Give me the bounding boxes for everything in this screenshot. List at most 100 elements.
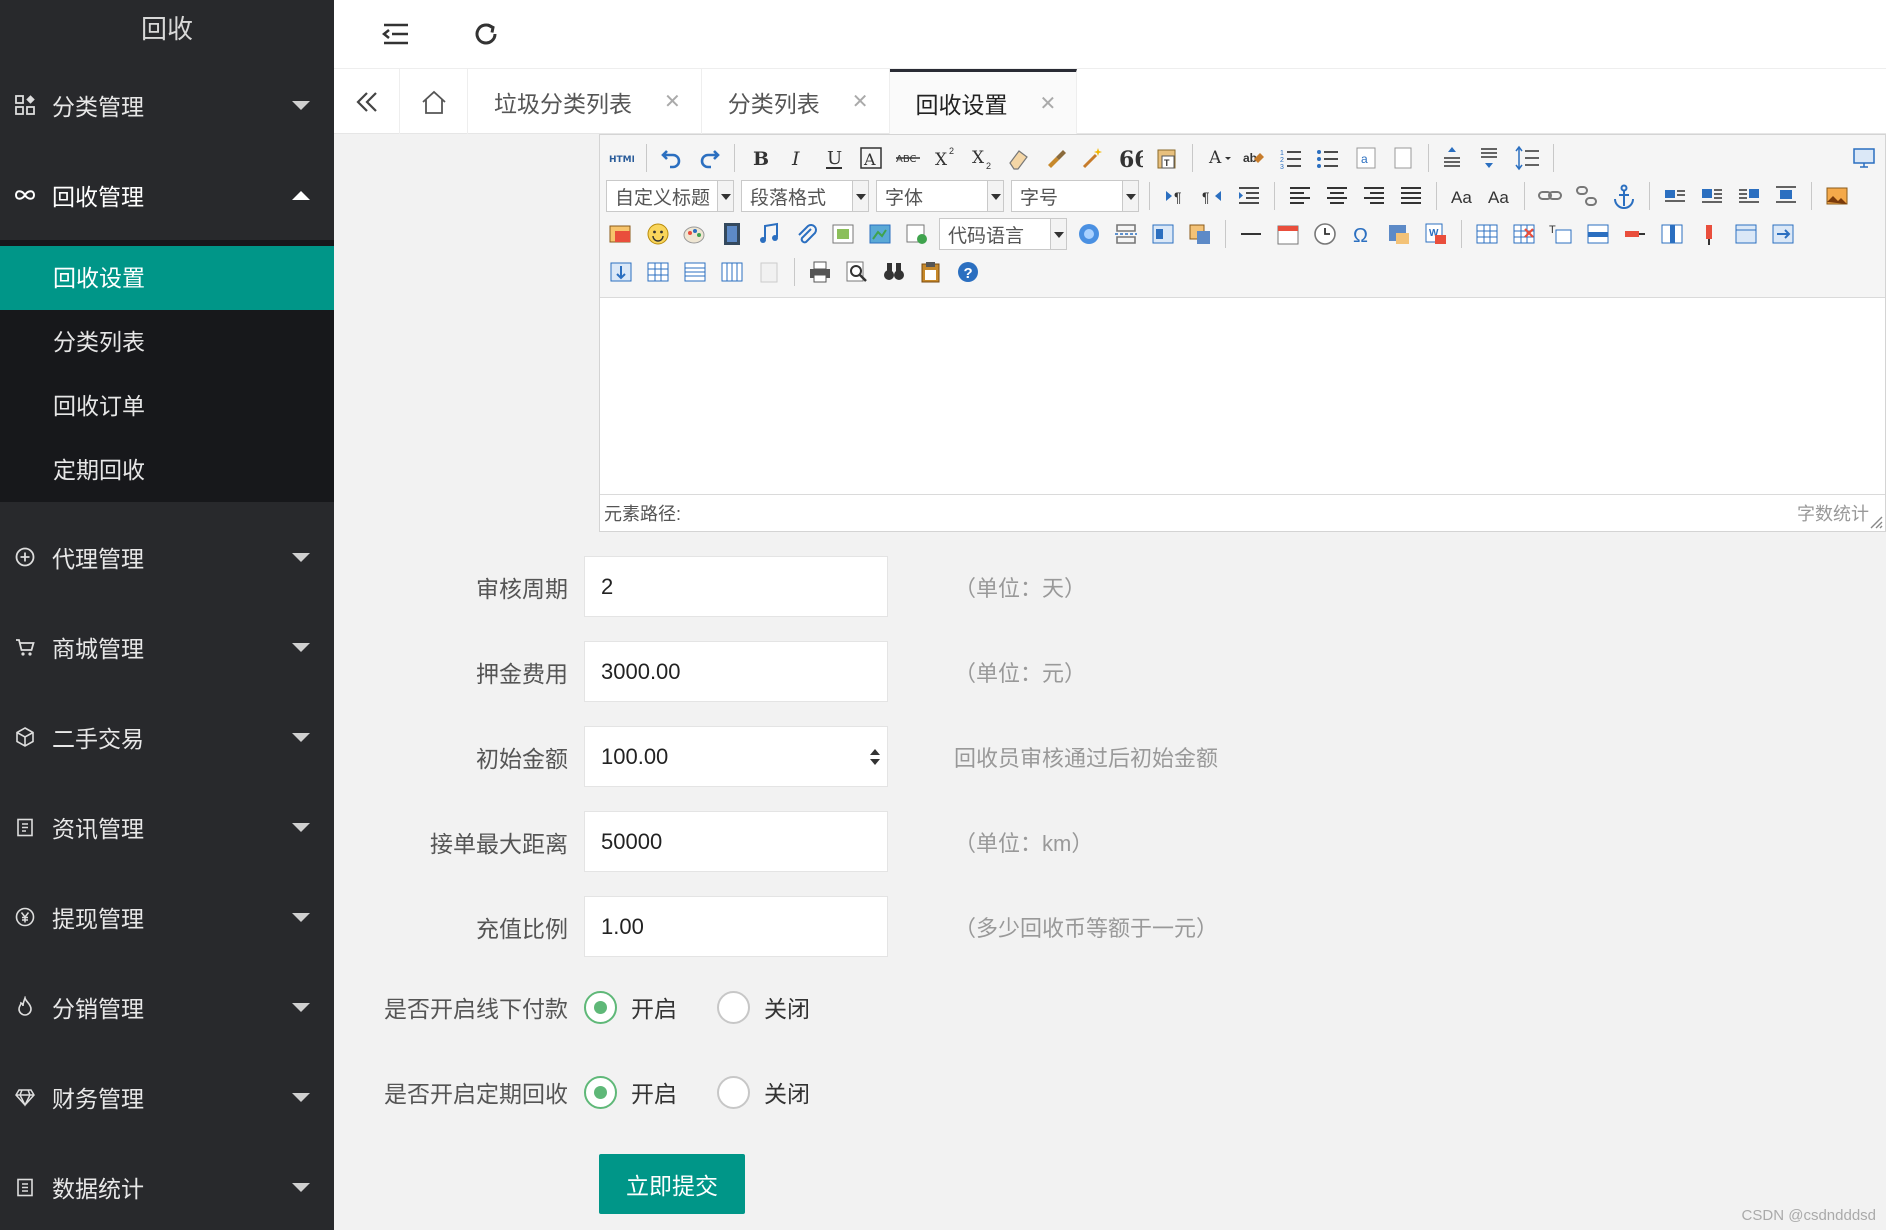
background-icon[interactable]: [1185, 219, 1215, 249]
ltr-icon[interactable]: ¶: [1160, 181, 1190, 211]
fold-menu-icon[interactable]: [378, 16, 414, 52]
indent-icon[interactable]: [1234, 181, 1264, 211]
emotion-icon[interactable]: [643, 219, 673, 249]
split-to-cells-icon[interactable]: [643, 257, 673, 287]
font-color-icon[interactable]: A: [1203, 143, 1233, 173]
offline-payment-off-radio[interactable]: 关闭: [717, 990, 810, 1024]
rtl-icon[interactable]: ¶: [1197, 181, 1227, 211]
select-all-icon[interactable]: a: [1351, 143, 1381, 173]
redo-icon[interactable]: [694, 143, 724, 173]
align-justify-icon[interactable]: [1396, 181, 1426, 211]
insert-image-icon[interactable]: [1822, 181, 1852, 211]
heading-select[interactable]: 自定义标题: [606, 180, 734, 212]
review-period-input[interactable]: 2: [584, 556, 888, 617]
resize-grip-icon[interactable]: [1867, 513, 1883, 529]
image-center-icon[interactable]: [1771, 181, 1801, 211]
uppercase-icon[interactable]: Aa: [1447, 181, 1477, 211]
strikethrough-icon[interactable]: ABC: [893, 143, 923, 173]
menu-head-stats[interactable]: 数据统计: [0, 1142, 334, 1230]
submit-button[interactable]: 立即提交: [599, 1154, 745, 1214]
attachment-icon[interactable]: [791, 219, 821, 249]
tab-garbage-category-list[interactable]: 垃圾分类列表 ✕: [468, 69, 702, 134]
menu-head-news[interactable]: 资讯管理: [0, 782, 334, 872]
insert-frame-icon[interactable]: [828, 219, 858, 249]
editor-content-area[interactable]: [600, 298, 1885, 494]
merge-right-icon[interactable]: [1768, 219, 1798, 249]
paragraph-select[interactable]: 段落格式: [741, 180, 869, 212]
menu-head-agent[interactable]: 代理管理: [0, 512, 334, 602]
word-doc-icon[interactable]: W: [1421, 219, 1451, 249]
sidebar-item-recycle-orders[interactable]: 回收订单: [0, 374, 334, 438]
home-tab-button[interactable]: [400, 69, 468, 134]
insert-row-icon[interactable]: [1583, 219, 1613, 249]
paste-plain-icon[interactable]: T: [1152, 143, 1182, 173]
google-map-icon[interactable]: [865, 219, 895, 249]
superscript-icon[interactable]: X2: [930, 143, 960, 173]
lowercase-icon[interactable]: Aa: [1484, 181, 1514, 211]
chart-icon[interactable]: [754, 257, 784, 287]
italic-icon[interactable]: I: [782, 143, 812, 173]
scheduled-recycle-on-radio[interactable]: 开启: [584, 1075, 677, 1109]
subscript-icon[interactable]: X2: [967, 143, 997, 173]
close-icon[interactable]: ✕: [664, 89, 681, 114]
link-icon[interactable]: [1535, 181, 1565, 211]
sidebar-item-category-list[interactable]: 分类列表: [0, 310, 334, 374]
menu-head-category[interactable]: 分类管理: [0, 60, 334, 150]
deposit-input[interactable]: 3000.00: [584, 641, 888, 702]
special-char-icon[interactable]: Ω: [1347, 219, 1377, 249]
sidebar-item-scheduled-recycle[interactable]: 定期回收: [0, 438, 334, 502]
tab-recycle-settings[interactable]: 回收设置 ✕: [889, 69, 1078, 134]
bold-icon[interactable]: B: [745, 143, 775, 173]
offline-payment-on-radio[interactable]: 开启: [584, 990, 677, 1024]
unlink-icon[interactable]: [1572, 181, 1602, 211]
word-image-icon[interactable]: [1384, 219, 1414, 249]
scheduled-recycle-off-radio[interactable]: 关闭: [717, 1075, 810, 1109]
blockquote-icon[interactable]: 66: [1115, 143, 1145, 173]
image-right-icon[interactable]: [1734, 181, 1764, 211]
merge-cells-icon[interactable]: [1731, 219, 1761, 249]
number-stepper-icon[interactable]: [867, 745, 883, 769]
draft-icon[interactable]: [916, 257, 946, 287]
delete-row-icon[interactable]: [1620, 219, 1650, 249]
clear-doc-icon[interactable]: [1388, 143, 1418, 173]
sidebar-item-recycle-settings[interactable]: 回收设置: [0, 246, 334, 310]
tab-scroll-left-button[interactable]: [334, 69, 400, 134]
align-left-icon[interactable]: [1285, 181, 1315, 211]
menu-head-second-hand[interactable]: 二手交易: [0, 692, 334, 782]
insert-code-icon[interactable]: [902, 219, 932, 249]
font-border-icon[interactable]: A: [856, 143, 886, 173]
scrawl-icon[interactable]: [680, 219, 710, 249]
multi-image-icon[interactable]: [606, 219, 636, 249]
menu-head-finance[interactable]: 财务管理: [0, 1052, 334, 1142]
preview-icon[interactable]: [842, 257, 872, 287]
menu-head-distribution[interactable]: 分销管理: [0, 962, 334, 1052]
format-brush-icon[interactable]: [1041, 143, 1071, 173]
insert-paragraph-before-table-icon[interactable]: T: [1546, 219, 1576, 249]
auto-format-icon[interactable]: [1078, 143, 1108, 173]
print-icon[interactable]: [805, 257, 835, 287]
align-right-icon[interactable]: [1359, 181, 1389, 211]
page-break-icon[interactable]: [1111, 219, 1141, 249]
row-spacing-bottom-icon[interactable]: [1476, 143, 1506, 173]
video-icon[interactable]: [717, 219, 747, 249]
anchor-icon[interactable]: [1609, 181, 1639, 211]
highlight-color-icon[interactable]: ab: [1240, 143, 1270, 173]
web-app-icon[interactable]: [1074, 219, 1104, 249]
image-none-icon[interactable]: [1660, 181, 1690, 211]
unordered-list-icon[interactable]: [1314, 143, 1344, 173]
search-replace-icon[interactable]: [879, 257, 909, 287]
refresh-icon[interactable]: [468, 16, 504, 52]
row-spacing-top-icon[interactable]: [1439, 143, 1469, 173]
image-left-icon[interactable]: [1697, 181, 1727, 211]
initial-amount-input[interactable]: 100.00: [584, 726, 888, 787]
underline-icon[interactable]: U: [819, 143, 849, 173]
close-icon[interactable]: ✕: [852, 89, 869, 114]
tab-category-list[interactable]: 分类列表 ✕: [702, 69, 890, 134]
font-family-select[interactable]: 字体: [876, 180, 1004, 212]
date-icon[interactable]: [1273, 219, 1303, 249]
fullscreen-icon[interactable]: [1849, 143, 1879, 173]
template-icon[interactable]: [1148, 219, 1178, 249]
music-icon[interactable]: [754, 219, 784, 249]
split-to-rows-icon[interactable]: [680, 257, 710, 287]
menu-head-recycle[interactable]: 回收管理: [0, 150, 334, 240]
